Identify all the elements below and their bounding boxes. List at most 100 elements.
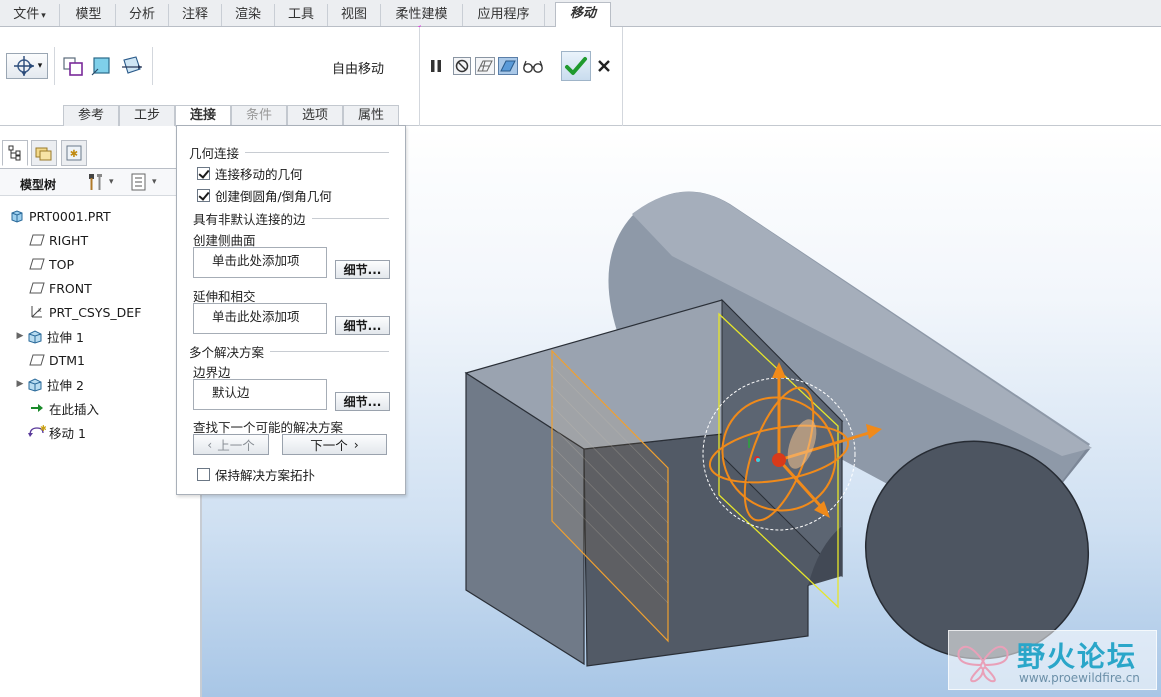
datum-plane-icon bbox=[28, 256, 46, 272]
datum-plane-icon bbox=[28, 352, 46, 368]
ribbon-tab-bar: 文件 ▾ 模型 分析 注释 渲染 工具 视图 柔性建模 应用程序 移动 bbox=[0, 0, 1161, 40]
chevron-down-icon: ▾ bbox=[152, 177, 157, 187]
no-preview-button[interactable] bbox=[451, 55, 473, 77]
model-navigator: ✱ 模型树 ▾ ▾ PRT0001.PRT RIGHT TOP FRONT x … bbox=[0, 126, 202, 697]
multiple-solutions-group: 多个解决方案 bbox=[189, 342, 389, 361]
tree-item-label: 拉伸 2 bbox=[47, 377, 84, 393]
cancel-button[interactable] bbox=[594, 55, 614, 77]
tab-render[interactable]: 渲染 bbox=[222, 4, 275, 26]
datum-plane-icon bbox=[122, 56, 142, 74]
subtab-conditions[interactable]: 条件 bbox=[231, 105, 287, 126]
tab-view[interactable]: 视图 bbox=[328, 4, 381, 26]
subtab-steps[interactable]: 工步 bbox=[119, 105, 175, 126]
settings-dropdown[interactable]: ▾ bbox=[86, 172, 114, 192]
svg-text:x: x bbox=[38, 307, 42, 314]
expand-arrow-icon[interactable]: ▶ bbox=[14, 379, 26, 389]
checkmark-icon bbox=[565, 57, 587, 75]
copy-geometry-button[interactable] bbox=[61, 53, 85, 79]
show-dropdown[interactable]: ▾ bbox=[130, 172, 157, 192]
shaded-preview-icon bbox=[498, 57, 518, 75]
tab-model[interactable]: 模型 bbox=[62, 4, 116, 26]
extrude-icon bbox=[26, 328, 44, 344]
ribbon-divider bbox=[622, 27, 623, 126]
watermark-url: www.proewildfire.cn bbox=[1019, 671, 1140, 685]
preview-geometry-button[interactable] bbox=[474, 55, 496, 77]
subtab-properties[interactable]: 属性 bbox=[343, 105, 399, 126]
datum-select-button[interactable] bbox=[119, 53, 145, 79]
tools-icon bbox=[89, 174, 102, 190]
forum-watermark: 野火论坛 www.proewildfire.cn bbox=[948, 630, 1157, 690]
preview-active-button[interactable] bbox=[497, 55, 519, 77]
checkbox-box[interactable] bbox=[197, 468, 210, 481]
keep-topology-checkbox[interactable]: 保持解决方案拓扑 bbox=[197, 465, 315, 484]
expand-arrow-icon[interactable]: ▶ bbox=[14, 331, 26, 341]
csys-icon: x bbox=[28, 304, 46, 320]
move-handle-icon bbox=[13, 56, 34, 76]
subtab-references[interactable]: 参考 bbox=[63, 105, 119, 126]
nondefault-edges-group: 具有非默认连接的边 bbox=[193, 209, 389, 228]
pause-icon bbox=[431, 60, 441, 72]
part-icon bbox=[8, 208, 26, 224]
checkbox-box[interactable] bbox=[197, 189, 210, 202]
previous-solution-button[interactable]: ‹ 上一个 bbox=[193, 434, 269, 455]
datum-plane-icon bbox=[28, 232, 46, 248]
chevron-down-icon: ▾ bbox=[41, 11, 46, 21]
next-solution-button[interactable]: 下一个 › bbox=[282, 434, 387, 455]
move-type-dropdown[interactable]: ▾ bbox=[6, 53, 48, 79]
tab-file[interactable]: 文件 ▾ bbox=[0, 4, 60, 26]
move-type-label: 自由移动 bbox=[332, 62, 385, 77]
tree-icon bbox=[8, 145, 21, 161]
ribbon-divider bbox=[54, 47, 55, 85]
tree-item-label: DTM1 bbox=[49, 352, 85, 368]
tab-analysis[interactable]: 分析 bbox=[116, 4, 169, 26]
tab-tools[interactable]: 工具 bbox=[275, 4, 328, 26]
checkbox-box[interactable] bbox=[197, 167, 210, 180]
create-round-chamfer-checkbox[interactable]: 创建倒圆角/倒角几何 bbox=[197, 186, 332, 205]
model-tree-title: 模型树 bbox=[20, 178, 57, 192]
surface-select-button[interactable] bbox=[89, 53, 113, 79]
tab-applications[interactable]: 应用程序 bbox=[463, 4, 545, 26]
favorites-icon: ✱ bbox=[66, 145, 82, 161]
copy-geometry-icon bbox=[63, 57, 83, 76]
tab-flexible-modeling[interactable]: 柔性建模 bbox=[381, 4, 463, 26]
insert-here-icon bbox=[28, 400, 46, 416]
glasses-icon bbox=[523, 60, 543, 73]
connect-moved-geometry-checkbox[interactable]: 连接移动的几何 bbox=[197, 164, 303, 183]
side-surface-details-button[interactable]: 细节... bbox=[335, 260, 390, 279]
tab-annotate[interactable]: 注释 bbox=[169, 4, 222, 26]
subtab-options[interactable]: 选项 bbox=[287, 105, 343, 126]
connect-panel: 几何连接 连接移动的几何 创建倒圆角/倒角几何 具有非默认连接的边 创建侧曲面 … bbox=[176, 125, 406, 495]
no-preview-icon bbox=[453, 57, 471, 75]
subtab-connect[interactable]: 连接 bbox=[175, 105, 231, 127]
pause-button[interactable] bbox=[426, 55, 446, 77]
chevron-down-icon: ▾ bbox=[109, 177, 114, 187]
tab-model-tree[interactable] bbox=[2, 140, 28, 166]
extend-intersect-collector[interactable]: 单击此处添加项 bbox=[193, 303, 327, 334]
chevron-right-icon: › bbox=[353, 437, 359, 452]
tree-item-label: RIGHT bbox=[49, 232, 89, 248]
boundary-edges-collector[interactable]: 默认边 bbox=[193, 379, 327, 410]
folder-icon bbox=[35, 147, 52, 161]
model-tree-toolbar: 模型树 ▾ ▾ bbox=[0, 168, 200, 196]
tree-item-label: PRT_CSYS_DEF bbox=[49, 304, 142, 320]
boundary-details-button[interactable]: 细节... bbox=[335, 392, 390, 411]
tree-item-label: TOP bbox=[49, 256, 75, 272]
verify-mode-button[interactable] bbox=[521, 55, 545, 77]
tab-move[interactable]: 移动 bbox=[555, 2, 611, 28]
ribbon: ▾ 自由移动 参考 工步 连接 条件 选项 属性 bbox=[0, 27, 1161, 127]
svg-text:✱: ✱ bbox=[70, 149, 78, 160]
tab-folder-browser[interactable] bbox=[31, 140, 57, 166]
mesh-preview-icon bbox=[475, 57, 495, 75]
datum-plane-icon bbox=[28, 280, 46, 296]
extend-details-button[interactable]: 细节... bbox=[335, 316, 390, 335]
tree-item-label: PRT0001.PRT bbox=[29, 208, 111, 224]
extrude-icon bbox=[26, 376, 44, 392]
tab-favorites[interactable]: ✱ bbox=[61, 140, 87, 166]
side-surface-collector[interactable]: 单击此处添加项 bbox=[193, 247, 327, 278]
confirm-button[interactable] bbox=[561, 51, 591, 81]
ribbon-divider bbox=[152, 47, 153, 85]
close-icon bbox=[598, 60, 610, 72]
chevron-left-icon: ‹ bbox=[207, 437, 213, 452]
tree-item-label: 移动 1 bbox=[49, 425, 86, 441]
svg-text:✱: ✱ bbox=[40, 425, 46, 433]
